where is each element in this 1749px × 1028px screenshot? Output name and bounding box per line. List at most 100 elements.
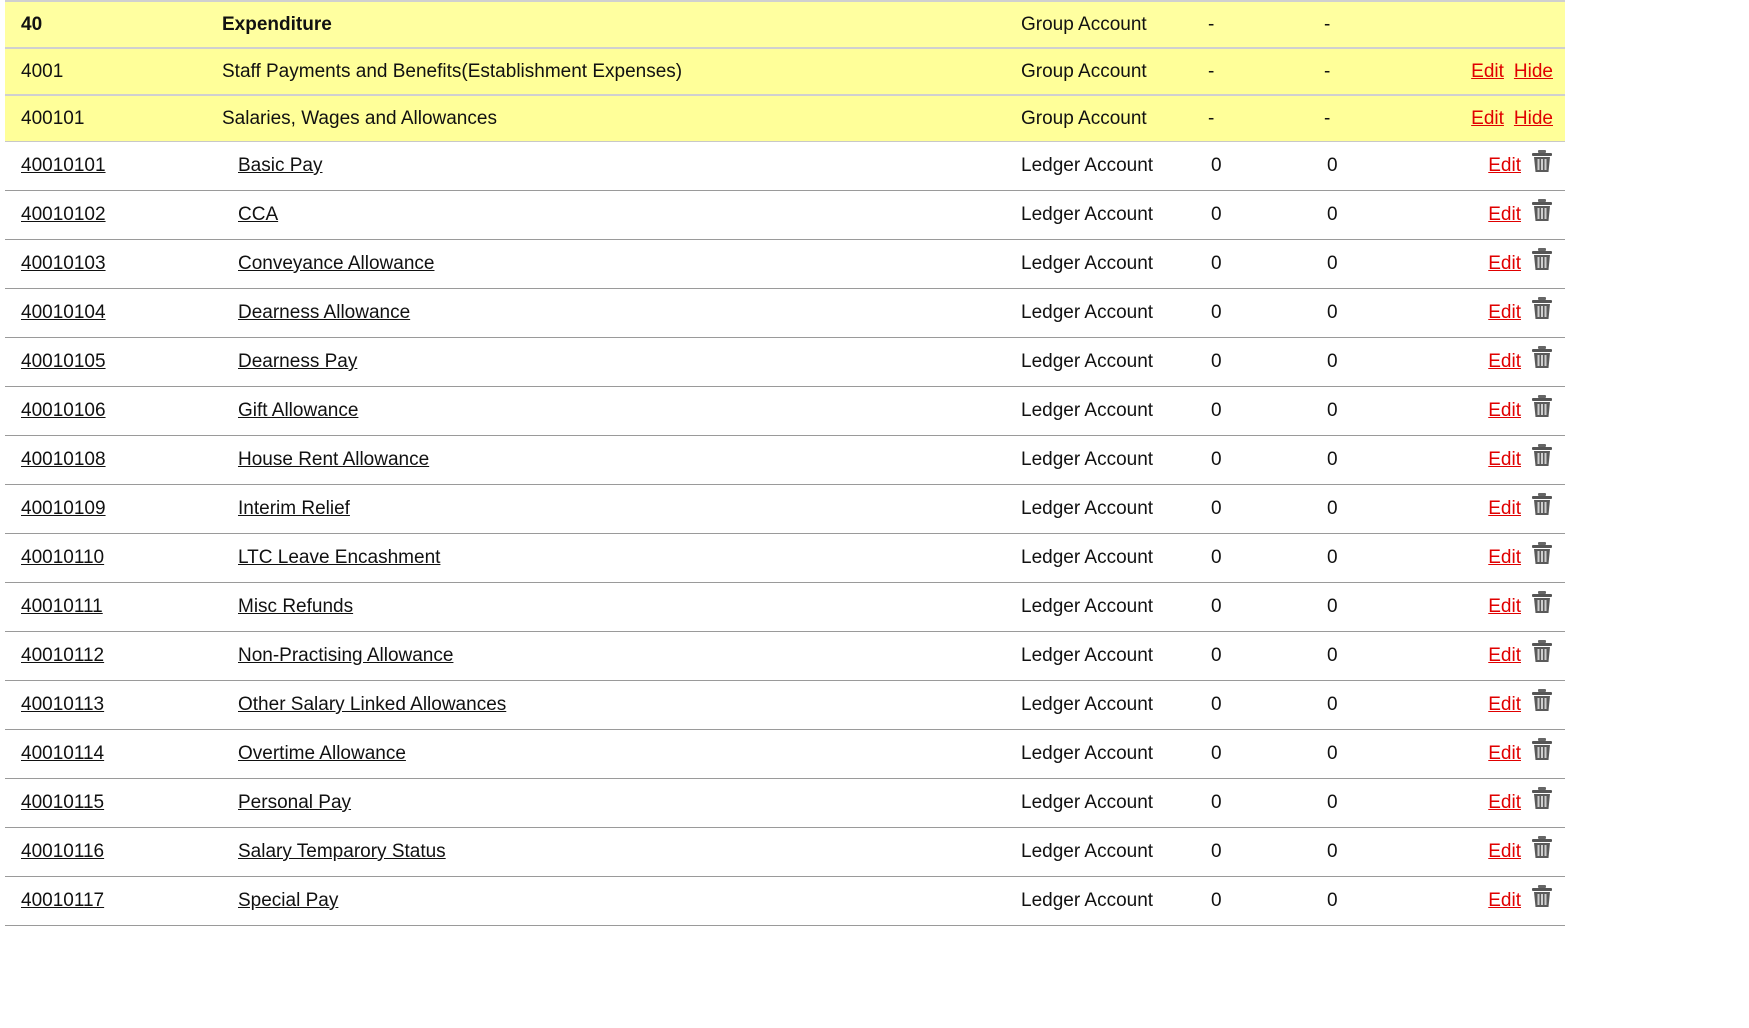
edit-link[interactable]: Edit bbox=[1488, 596, 1521, 617]
account-code-link[interactable]: 40010108 bbox=[21, 449, 106, 470]
hide-link[interactable]: Hide bbox=[1514, 61, 1553, 82]
account-name-link[interactable]: Overtime Allowance bbox=[238, 743, 406, 764]
account-name-link[interactable]: Personal Pay bbox=[238, 792, 351, 813]
trash-icon[interactable] bbox=[1531, 198, 1553, 222]
account-name-link[interactable]: Other Salary Linked Allowances bbox=[238, 694, 506, 715]
trash-icon[interactable] bbox=[1531, 835, 1553, 859]
account-name-link[interactable]: CCA bbox=[238, 204, 278, 225]
edit-link[interactable]: Edit bbox=[1488, 792, 1521, 813]
edit-link[interactable]: Edit bbox=[1471, 108, 1504, 129]
ledger-account-row: 40010112 Non-Practising Allowance Ledger A… bbox=[5, 631, 1565, 681]
trash-icon[interactable] bbox=[1531, 688, 1553, 712]
debit-value: 0 bbox=[1192, 337, 1308, 387]
account-name-link[interactable]: House Rent Allowance bbox=[238, 449, 429, 470]
debit-value: 0 bbox=[1192, 288, 1308, 338]
account-code-link[interactable]: 40010116 bbox=[21, 841, 104, 862]
account-name-cell: Dearness Allowance bbox=[206, 288, 1005, 338]
account-name-link[interactable]: Interim Relief bbox=[238, 498, 350, 519]
ledger-account-row: 40010115 Personal Pay Ledger Account 0 0 Edit bbox=[5, 778, 1565, 828]
account-name-link[interactable]: Non-Practising Allowance bbox=[238, 645, 453, 666]
edit-link[interactable]: Edit bbox=[1488, 351, 1521, 372]
debit-value: - bbox=[1192, 94, 1308, 142]
ledger-account-row: 40010110 LTC Leave Encashment Ledger Accou… bbox=[5, 533, 1565, 583]
edit-link[interactable]: Edit bbox=[1488, 645, 1521, 666]
trash-icon[interactable] bbox=[1531, 247, 1553, 271]
account-name: Salaries, Wages and Allowances bbox=[206, 94, 1005, 142]
credit-value: 0 bbox=[1308, 876, 1454, 926]
account-code-link[interactable]: 40010102 bbox=[21, 204, 106, 225]
edit-link[interactable]: Edit bbox=[1488, 498, 1521, 519]
trash-icon[interactable] bbox=[1531, 394, 1553, 418]
edit-link[interactable]: Edit bbox=[1488, 204, 1521, 225]
row-actions: Edit bbox=[1454, 778, 1565, 828]
account-name-link[interactable]: Gift Allowance bbox=[238, 400, 358, 421]
account-name-link[interactable]: LTC Leave Encashment bbox=[238, 547, 440, 568]
account-code-link[interactable]: 40010106 bbox=[21, 400, 106, 421]
account-code-link[interactable]: 40010109 bbox=[21, 498, 106, 519]
edit-link[interactable]: Edit bbox=[1488, 694, 1521, 715]
row-actions: Edit Hide bbox=[1454, 47, 1565, 96]
account-code-link[interactable]: 40010113 bbox=[21, 694, 104, 715]
account-name: Staff Payments and Benefits(Establishmen… bbox=[206, 47, 1005, 96]
account-code-link[interactable]: 40010117 bbox=[21, 890, 104, 911]
credit-value: 0 bbox=[1308, 141, 1454, 191]
trash-icon[interactable] bbox=[1531, 492, 1553, 516]
actions-group: Edit bbox=[1478, 297, 1553, 324]
account-code-link[interactable]: 40010112 bbox=[21, 645, 104, 666]
account-name-link[interactable]: Salary Temparory Status bbox=[238, 841, 446, 862]
trash-icon[interactable] bbox=[1531, 149, 1553, 173]
edit-link[interactable]: Edit bbox=[1488, 743, 1521, 764]
edit-link[interactable]: Edit bbox=[1488, 400, 1521, 421]
debit-value: 0 bbox=[1192, 729, 1308, 779]
trash-icon[interactable] bbox=[1531, 541, 1553, 565]
account-code-link[interactable]: 40010104 bbox=[21, 302, 106, 323]
trash-icon[interactable] bbox=[1531, 345, 1553, 369]
account-type: Ledger Account bbox=[1005, 582, 1192, 632]
trash-icon[interactable] bbox=[1531, 884, 1553, 908]
trash-icon[interactable] bbox=[1531, 786, 1553, 810]
account-name-link[interactable]: Dearness Allowance bbox=[238, 302, 410, 323]
account-name-link[interactable]: Special Pay bbox=[238, 890, 338, 911]
account-code-link[interactable]: 40010103 bbox=[21, 253, 106, 274]
account-code-link[interactable]: 40010114 bbox=[21, 743, 104, 764]
account-name-cell: Dearness Pay bbox=[206, 337, 1005, 387]
account-code-cell: 40010114 bbox=[5, 729, 206, 779]
account-name-link[interactable]: Basic Pay bbox=[238, 155, 322, 176]
row-actions: Edit bbox=[1454, 729, 1565, 779]
debit-value: 0 bbox=[1192, 484, 1308, 534]
account-name-link[interactable]: Misc Refunds bbox=[238, 596, 353, 617]
edit-link[interactable]: Edit bbox=[1488, 890, 1521, 911]
account-code-link[interactable]: 40010115 bbox=[21, 792, 104, 813]
actions-group: Edit bbox=[1478, 199, 1553, 226]
credit-value: 0 bbox=[1308, 288, 1454, 338]
account-name-link[interactable]: Dearness Pay bbox=[238, 351, 357, 372]
actions-group: Edit Hide bbox=[1461, 61, 1553, 83]
edit-link[interactable]: Edit bbox=[1488, 302, 1521, 323]
edit-link[interactable]: Edit bbox=[1471, 61, 1504, 82]
edit-link[interactable]: Edit bbox=[1488, 547, 1521, 568]
hide-link[interactable]: Hide bbox=[1514, 108, 1553, 129]
edit-link[interactable]: Edit bbox=[1488, 841, 1521, 862]
credit-value: 0 bbox=[1308, 827, 1454, 877]
account-type: Ledger Account bbox=[1005, 141, 1192, 191]
trash-icon[interactable] bbox=[1531, 296, 1553, 320]
account-code-link[interactable]: 40010101 bbox=[21, 155, 106, 176]
row-actions: Edit bbox=[1454, 288, 1565, 338]
account-name-link[interactable]: Conveyance Allowance bbox=[238, 253, 434, 274]
credit-value: 0 bbox=[1308, 435, 1454, 485]
account-code-link[interactable]: 40010110 bbox=[21, 547, 104, 568]
edit-link[interactable]: Edit bbox=[1488, 253, 1521, 274]
accounts-panel: 40 Expenditure Group Account - -4001 Staff Pa… bbox=[0, 0, 1749, 1028]
trash-icon[interactable] bbox=[1531, 639, 1553, 663]
account-code-link[interactable]: 40010105 bbox=[21, 351, 106, 372]
account-code-link[interactable]: 40010111 bbox=[21, 596, 103, 617]
trash-icon[interactable] bbox=[1531, 737, 1553, 761]
trash-icon[interactable] bbox=[1531, 590, 1553, 614]
ledger-account-row: 40010109 Interim Relief Ledger Account 0 0 Ed… bbox=[5, 484, 1565, 534]
debit-value: 0 bbox=[1192, 533, 1308, 583]
account-code-cell: 40010102 bbox=[5, 190, 206, 240]
edit-link[interactable]: Edit bbox=[1488, 449, 1521, 470]
actions-group: Edit Hide bbox=[1461, 108, 1553, 130]
trash-icon[interactable] bbox=[1531, 443, 1553, 467]
edit-link[interactable]: Edit bbox=[1488, 155, 1521, 176]
